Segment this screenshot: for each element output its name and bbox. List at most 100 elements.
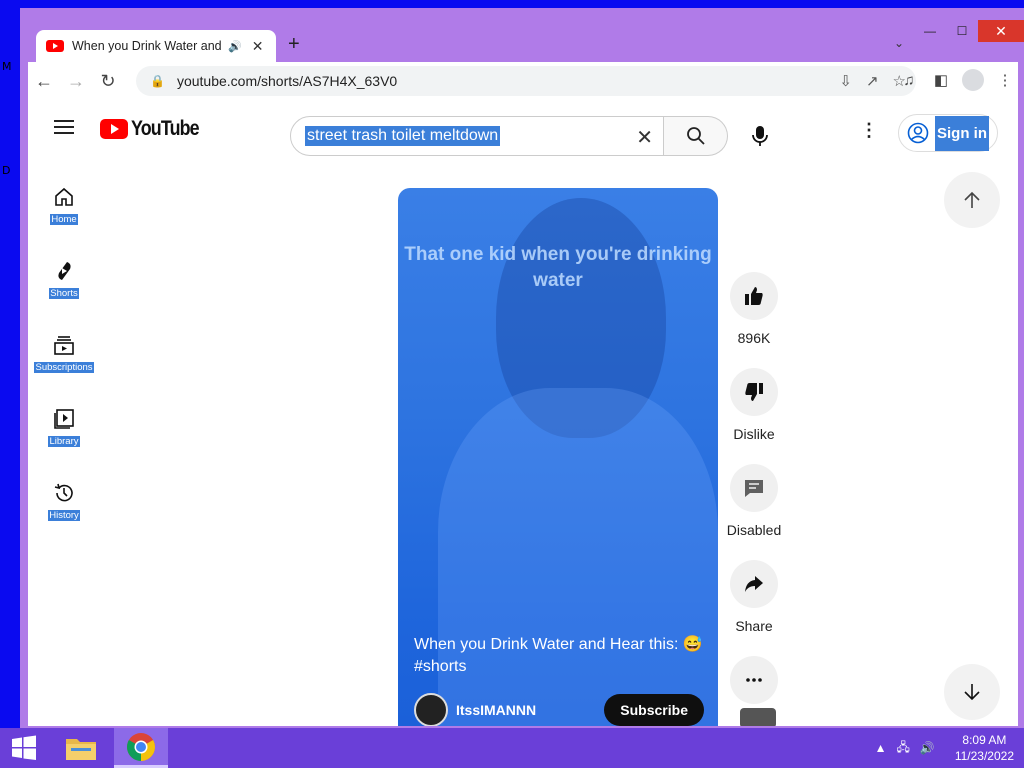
clock-date: 11/23/2022 <box>954 749 1014 763</box>
browser-menu-icon[interactable]: ⋮ <box>994 66 1016 94</box>
browser-toolbar: ← → ↻ 🔒 youtube.com/shorts/AS7H4X_63V0 ⇩… <box>28 62 1018 100</box>
microphone-icon <box>752 126 768 146</box>
arrow-up-icon <box>964 191 980 208</box>
desktop-icon-label: M <box>2 60 12 73</box>
lock-icon[interactable]: 🔒 <box>150 74 165 88</box>
browser-tab-active[interactable]: When you Drink Water and H 🔊 ✕ <box>36 30 276 62</box>
minimize-button[interactable]: — <box>914 20 946 42</box>
more-horizontal-icon <box>746 678 762 682</box>
maximize-button[interactable]: ☐ <box>946 20 978 42</box>
sound-thumbnail[interactable] <box>740 708 776 726</box>
subscribe-button[interactable]: Subscribe <box>604 694 704 726</box>
folder-icon <box>66 739 96 760</box>
sign-in-button[interactable]: Sign in <box>898 114 998 152</box>
taskbar-file-explorer[interactable] <box>54 728 108 768</box>
arrow-down-icon <box>964 684 980 701</box>
address-bar[interactable]: 🔒 youtube.com/shorts/AS7H4X_63V0 ⇩ ↗ ☆ <box>136 66 916 96</box>
like-button[interactable] <box>730 272 778 320</box>
more-action[interactable] <box>728 656 780 704</box>
share-action[interactable]: Share <box>728 560 780 636</box>
next-short-button[interactable] <box>944 664 1000 720</box>
short-video-player[interactable]: That one kid when you're drinking water … <box>398 188 718 726</box>
clock-time: 8:09 AM <box>962 733 1007 747</box>
windows-taskbar: ▲ 🖧 🔊 8:09 AM 11/23/2022 <box>0 728 1024 768</box>
share-arrow-icon <box>745 576 763 592</box>
share-label: Share <box>735 618 773 634</box>
profile-avatar-icon[interactable] <box>962 69 984 91</box>
thumbs-up-icon <box>745 287 763 305</box>
dislike-label: Dislike <box>733 426 775 442</box>
sidebar-item-history[interactable]: History <box>28 468 100 542</box>
side-panel-icon[interactable]: ◧ <box>930 66 952 94</box>
youtube-play-icon <box>100 119 128 139</box>
clear-search-icon[interactable]: ✕ <box>636 125 653 150</box>
youtube-masthead: YouTube street trash toilet meltdown ✕ ⋮… <box>28 100 1018 156</box>
browser-window: — ☐ ✕ When you Drink Water and H 🔊 ✕ + ⌄… <box>20 8 1024 728</box>
forward-button[interactable]: → <box>60 65 92 97</box>
account-circle-icon <box>907 122 929 144</box>
youtube-favicon-icon <box>46 40 64 52</box>
close-tab-icon[interactable]: ✕ <box>252 38 264 55</box>
channel-row: ItssIMANNN Subscribe <box>414 692 704 726</box>
mini-guide-sidebar: Home Shorts Subscriptions Library Histor… <box>28 172 100 542</box>
dislike-button[interactable] <box>730 368 778 416</box>
share-page-icon[interactable]: ↗ <box>866 72 879 90</box>
search-query-text[interactable]: street trash toilet meltdown <box>305 126 501 146</box>
show-hidden-icons-icon[interactable]: ▲ <box>875 741 887 755</box>
address-url[interactable]: youtube.com/shorts/AS7H4X_63V0 <box>177 73 397 89</box>
search-icon <box>686 127 705 145</box>
channel-avatar[interactable] <box>414 693 448 726</box>
tab-search-chevron-icon[interactable]: ⌄ <box>894 36 904 50</box>
subscriptions-icon <box>54 336 74 355</box>
search-input[interactable]: street trash toilet meltdown ✕ <box>290 116 664 156</box>
short-title[interactable]: When you Drink Water and Hear this: 😅 #s… <box>414 634 704 678</box>
audio-playing-icon[interactable]: 🔊 <box>228 40 242 53</box>
install-app-icon[interactable]: ⇩ <box>839 72 852 90</box>
dislike-action[interactable]: Dislike <box>728 368 780 444</box>
sidebar-item-library[interactable]: Library <box>28 394 100 468</box>
sidebar-item-subscriptions[interactable]: Subscriptions <box>28 320 100 394</box>
comments-action[interactable]: Disabled <box>727 464 781 540</box>
shorts-icon <box>58 262 71 280</box>
video-overlay-caption: That one kid when you're drinking water <box>404 244 712 291</box>
sidebar-item-label: History <box>48 510 80 521</box>
network-icon[interactable]: 🖧 <box>896 738 909 759</box>
sign-in-label: Sign in <box>935 115 989 151</box>
share-button[interactable] <box>730 560 778 608</box>
back-button[interactable]: ← <box>28 65 60 97</box>
close-window-button[interactable]: ✕ <box>978 20 1024 42</box>
sidebar-item-label: Shorts <box>49 288 79 299</box>
more-button[interactable] <box>730 656 778 704</box>
taskbar-clock[interactable]: 8:09 AM 11/23/2022 <box>955 732 1014 764</box>
thumbs-down-icon <box>745 383 763 401</box>
sidebar-item-home[interactable]: Home <box>28 172 100 246</box>
home-icon <box>55 187 73 206</box>
chrome-icon <box>127 732 155 761</box>
volume-icon[interactable]: 🔊 <box>920 741 935 755</box>
search-button[interactable] <box>664 116 728 156</box>
youtube-logo[interactable]: YouTube <box>100 117 211 141</box>
comment-icon <box>745 480 763 497</box>
like-count: 896K <box>737 330 771 346</box>
voice-search-button[interactable] <box>740 116 780 156</box>
taskbar-chrome[interactable] <box>114 728 168 768</box>
media-control-icon[interactable]: ♫ <box>898 66 920 94</box>
comments-button[interactable] <box>730 464 778 512</box>
library-icon <box>54 409 74 429</box>
hamburger-menu-icon[interactable] <box>54 120 74 134</box>
windows-logo-icon <box>12 735 36 760</box>
start-button[interactable] <box>0 728 48 768</box>
settings-menu-icon[interactable]: ⋮ <box>860 120 878 141</box>
channel-name[interactable]: ItssIMANNN <box>456 702 536 718</box>
sidebar-item-label: Home <box>50 214 78 225</box>
previous-short-button[interactable] <box>944 172 1000 228</box>
new-tab-button[interactable]: + <box>288 33 300 56</box>
desktop-icon-label: D <box>2 164 11 177</box>
history-icon <box>54 483 73 502</box>
reload-button[interactable]: ↻ <box>92 65 124 97</box>
short-actions: 896K Dislike Disabled Share <box>727 272 781 724</box>
sidebar-item-shorts[interactable]: Shorts <box>28 246 100 320</box>
like-action[interactable]: 896K <box>728 272 780 348</box>
sidebar-item-label: Library <box>48 436 80 447</box>
youtube-page: YouTube street trash toilet meltdown ✕ ⋮… <box>28 100 1018 726</box>
